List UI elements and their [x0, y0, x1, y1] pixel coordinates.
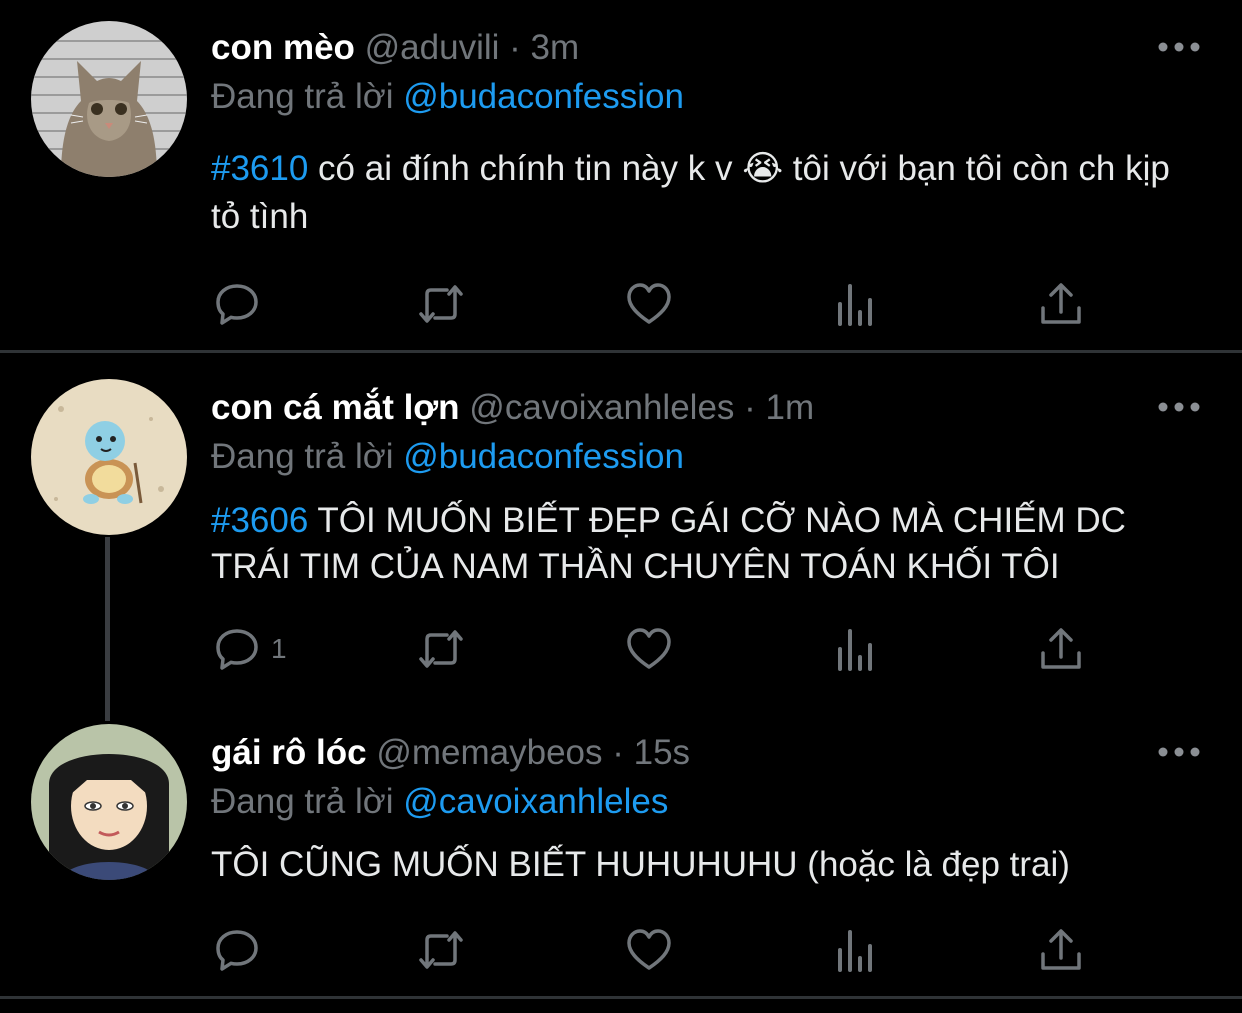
- retweet-icon: [417, 280, 465, 328]
- share-button[interactable]: [1037, 623, 1085, 675]
- tweet-2[interactable]: con cá mắt lợn @cavoixanhleles · 1m Đang…: [0, 353, 1242, 693]
- replying-to-label: Đang trả lời: [211, 782, 394, 821]
- cat-avatar[interactable]: [31, 21, 187, 177]
- retweet-button[interactable]: [417, 278, 465, 330]
- tweet-3[interactable]: gái rô lóc @memaybeos · 15s Đang trả lời…: [0, 698, 1242, 998]
- views-icon: [832, 625, 880, 673]
- reply-icon: [213, 926, 261, 974]
- cartoon-girl-avatar[interactable]: [31, 724, 187, 880]
- heart-icon: [625, 280, 673, 328]
- user-handle[interactable]: @memaybeos: [376, 733, 602, 772]
- more-icon[interactable]: [1158, 400, 1200, 412]
- reply-button[interactable]: 1: [213, 623, 287, 675]
- timestamp[interactable]: 1m: [766, 388, 815, 427]
- tweet-text: TÔI CŨNG MUỐN BIẾT HUHUHUHU (hoặc là đẹp…: [211, 841, 1201, 889]
- retweet-icon: [417, 926, 465, 974]
- views-button[interactable]: [832, 623, 880, 675]
- views-icon: [832, 280, 880, 328]
- retweet-button[interactable]: [417, 924, 465, 976]
- share-icon: [1037, 280, 1085, 328]
- share-icon: [1037, 625, 1085, 673]
- more-icon[interactable]: [1158, 40, 1200, 52]
- tweet-1[interactable]: con mèo @aduvili · 3m Đang trả lời @buda…: [0, 0, 1242, 352]
- hashtag-link[interactable]: #3610: [211, 149, 308, 188]
- share-button[interactable]: [1037, 278, 1085, 330]
- replying-to-handle[interactable]: @cavoixanhleles: [403, 782, 668, 821]
- reply-icon: [213, 625, 261, 673]
- tweet-divider: [0, 996, 1242, 999]
- views-icon: [832, 926, 880, 974]
- like-button[interactable]: [625, 623, 673, 675]
- timestamp[interactable]: 15s: [634, 733, 690, 772]
- views-button[interactable]: [832, 924, 880, 976]
- reply-icon: [213, 280, 261, 328]
- tweet-text: #3606 TÔI MUỐN BIẾT ĐẸP GÁI CỠ NÀO MÀ CH…: [211, 498, 1201, 590]
- user-handle[interactable]: @aduvili: [365, 28, 500, 67]
- retweet-button[interactable]: [417, 623, 465, 675]
- heart-icon: [625, 926, 673, 974]
- reply-count: 1: [271, 633, 287, 664]
- views-button[interactable]: [832, 278, 880, 330]
- display-name[interactable]: gái rô lóc: [211, 733, 367, 772]
- tweet-body-text: TÔI CŨNG MUỐN BIẾT HUHUHUHU (hoặc là đẹp…: [211, 845, 1070, 884]
- replying-to: Đang trả lời @budaconfession: [211, 77, 684, 117]
- squirtle-avatar[interactable]: [31, 379, 187, 535]
- share-button[interactable]: [1037, 924, 1085, 976]
- tweet-body-text: TÔI MUỐN BIẾT ĐẸP GÁI CỠ NÀO MÀ CHIẾM DC…: [211, 501, 1126, 586]
- share-icon: [1037, 926, 1085, 974]
- display-name[interactable]: con cá mắt lợn: [211, 388, 460, 427]
- tweet-text: #3610 có ai đính chính tin này k v 😭 tôi…: [211, 145, 1201, 241]
- tweet-body-text: có ai đính chính tin này k v 😭 tôi với b…: [211, 149, 1170, 236]
- action-bar: [0, 924, 1242, 976]
- heart-icon: [625, 625, 673, 673]
- replying-to: Đang trả lời @cavoixanhleles: [211, 782, 668, 822]
- reply-button[interactable]: [213, 924, 261, 976]
- separator-dot: ·: [744, 388, 756, 427]
- like-button[interactable]: [625, 278, 673, 330]
- action-bar: [0, 278, 1242, 330]
- retweet-icon: [417, 625, 465, 673]
- more-icon[interactable]: [1158, 745, 1200, 757]
- replying-to-label: Đang trả lời: [211, 77, 394, 116]
- separator-dot: ·: [612, 733, 624, 772]
- replying-to-handle[interactable]: @budaconfession: [403, 437, 684, 476]
- timestamp[interactable]: 3m: [531, 28, 580, 67]
- action-bar: 1: [0, 623, 1242, 675]
- replying-to-label: Đang trả lời: [211, 437, 394, 476]
- separator-dot: ·: [509, 28, 521, 67]
- display-name[interactable]: con mèo: [211, 28, 355, 67]
- user-handle[interactable]: @cavoixanhleles: [469, 388, 734, 427]
- hashtag-link[interactable]: #3606: [211, 501, 308, 540]
- like-button[interactable]: [625, 924, 673, 976]
- reply-button[interactable]: [213, 278, 261, 330]
- replying-to: Đang trả lời @budaconfession: [211, 437, 684, 477]
- replying-to-handle[interactable]: @budaconfession: [403, 77, 684, 116]
